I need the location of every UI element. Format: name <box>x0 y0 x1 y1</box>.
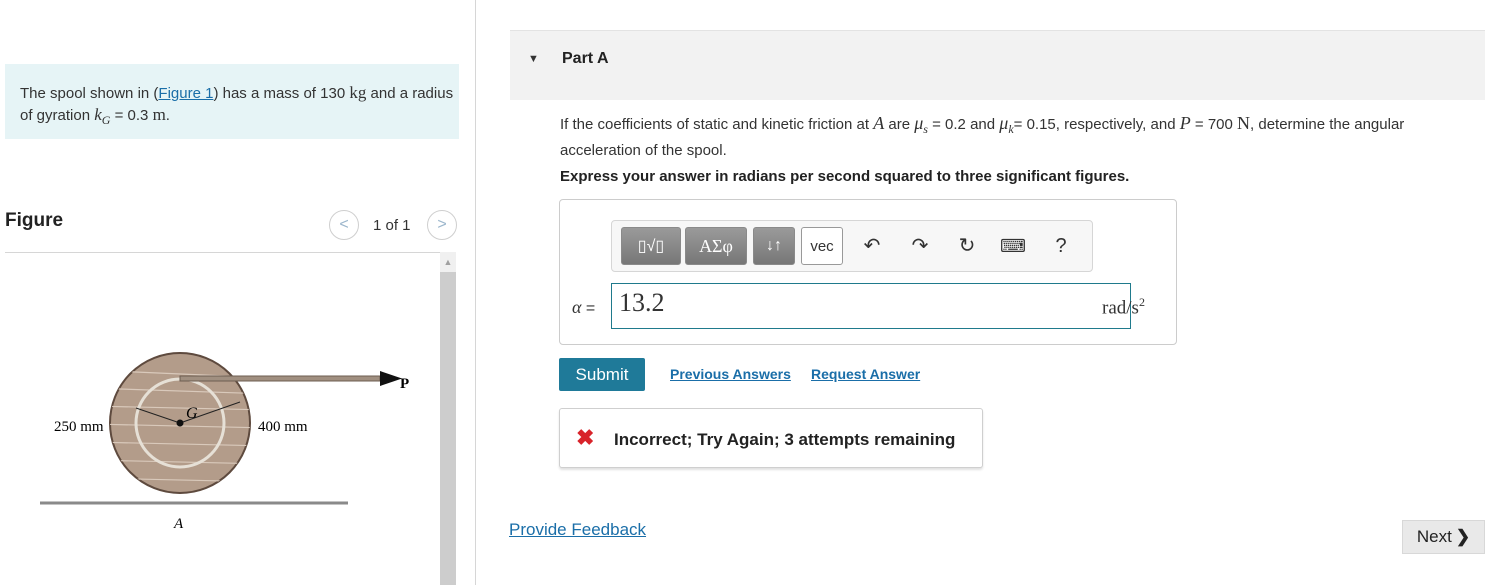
alpha-label: α = <box>572 297 595 318</box>
greek-button[interactable]: ΑΣφ <box>685 227 747 265</box>
next-label: Next <box>1416 527 1452 546</box>
kg-value: = 0.3 <box>110 107 153 124</box>
figure-title: Figure <box>5 210 64 231</box>
scroll-up-arrow-icon[interactable]: ▲ <box>440 256 456 268</box>
kg-unit: m <box>152 105 166 124</box>
help-icon: ? <box>1055 235 1067 257</box>
mass-unit: kg <box>349 83 367 102</box>
chevron-right-icon: > <box>437 216 447 233</box>
triangle-down-icon[interactable]: ▼ <box>528 53 539 65</box>
figure-scrollbar[interactable]: ▲ <box>440 252 456 585</box>
kg-symbol: k <box>94 105 102 124</box>
reset-icon[interactable]: ↻ <box>954 233 980 259</box>
figure-pager-count: 1 of 1 <box>373 217 411 234</box>
figure-divider <box>5 252 440 253</box>
undo-icon[interactable]: ↶ <box>859 233 885 259</box>
force-arrow <box>380 371 402 386</box>
question-text-2: are <box>884 116 915 133</box>
figure-prev-button[interactable]: < <box>329 210 359 240</box>
submit-button[interactable]: Submit <box>559 358 645 391</box>
question-text-1: If the coefficients of static and kineti… <box>560 116 874 133</box>
answer-instruction: Express your answer in radians per secon… <box>560 168 1130 185</box>
feedback-text: Incorrect; Try Again; 3 attempts remaini… <box>614 430 956 449</box>
problem-text-2: ) has a mass of 130 <box>213 85 350 102</box>
provide-feedback-link[interactable]: Provide Feedback <box>509 520 646 540</box>
unit-exponent: 2 <box>1138 295 1145 309</box>
redo-icon[interactable]: ↷ <box>907 233 933 259</box>
question-text-4: = 0.15, respectively, and <box>1013 116 1180 133</box>
newton-unit: N <box>1237 113 1251 133</box>
problem-text-1: The spool shown in ( <box>20 85 159 102</box>
chevron-left-icon: < <box>339 216 349 233</box>
chevron-right-icon: ❯ <box>1455 527 1471 546</box>
help-button[interactable]: ? <box>1048 233 1074 259</box>
vec-label: vec <box>810 237 834 255</box>
keyboard-icon[interactable]: ⌨ <box>1000 233 1026 259</box>
figure-link[interactable]: Figure 1 <box>158 85 213 102</box>
center-label: G <box>186 405 198 422</box>
templates-label: ▯√▯ <box>637 238 665 255</box>
figure-next-button[interactable]: > <box>427 210 457 240</box>
point-a-symbol: A <box>873 113 885 133</box>
cable <box>179 375 381 382</box>
templates-button[interactable]: ▯√▯ <box>621 227 681 265</box>
unit-text: rad/s <box>1102 297 1139 319</box>
outer-radius-label: 400 mm <box>258 419 308 435</box>
math-toolbar: ▯√▯ ΑΣφ ↓↑ vec ↶ ↷ ↻ ⌨ ? <box>611 220 1093 272</box>
answer-unit: rad/s2 <box>1102 295 1145 319</box>
contact-label: A <box>173 516 184 532</box>
next-button[interactable]: Next ❯ <box>1402 520 1485 554</box>
mu-s-symbol: μ <box>914 113 924 133</box>
arrows-label: ↓↑ <box>766 237 782 254</box>
force-p-symbol: P <box>1179 113 1191 133</box>
problem-statement: The spool shown in (Figure 1) has a mass… <box>5 64 459 139</box>
force-label: P <box>400 376 409 392</box>
problem-end: . <box>165 107 170 124</box>
greek-label: ΑΣφ <box>699 235 733 256</box>
x-icon: ✖ <box>576 425 595 450</box>
question-text-5: = 700 <box>1190 116 1238 133</box>
spool-figure: P G 250 mm 400 mm A <box>40 352 409 532</box>
question-text: If the coefficients of static and kineti… <box>560 113 1460 161</box>
answer-box: ▯√▯ ΑΣφ ↓↑ vec ↶ ↷ ↻ ⌨ ? α = 13.2 rad/s2 <box>559 199 1177 345</box>
feedback-message: ✖ Incorrect; Try Again; 3 attempts remai… <box>559 408 983 468</box>
mu-k-symbol: μ <box>999 113 1009 133</box>
center-point <box>176 419 184 427</box>
scrollbar-thumb[interactable] <box>440 272 456 585</box>
answer-input[interactable]: 13.2 <box>611 283 1131 329</box>
part-title: Part A <box>562 50 609 67</box>
previous-answers-link[interactable]: Previous Answers <box>670 366 791 382</box>
panel-divider <box>475 0 476 585</box>
part-header[interactable]: ▼ Part A <box>510 30 1485 100</box>
equals-sign: = <box>581 300 596 317</box>
inner-radius-label: 250 mm <box>54 419 104 435</box>
arrows-button[interactable]: ↓↑ <box>753 227 795 265</box>
question-text-3: = 0.2 and <box>927 116 1000 133</box>
request-answer-link[interactable]: Request Answer <box>811 366 920 382</box>
vec-button[interactable]: vec <box>801 227 843 265</box>
